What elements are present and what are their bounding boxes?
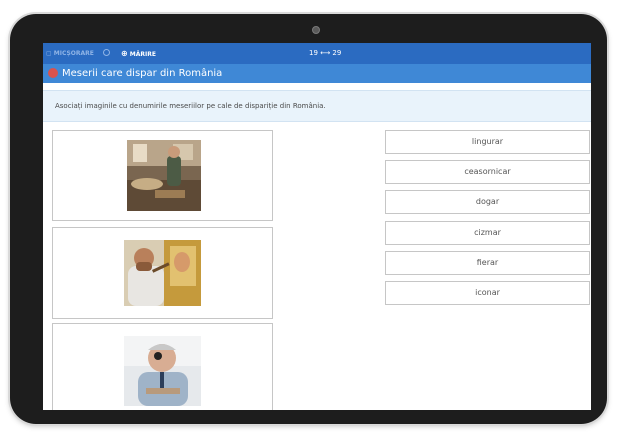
camera-icon bbox=[312, 26, 320, 34]
zoom-button[interactable]: ⊕ MĂRIRE bbox=[121, 43, 156, 64]
word-option-dogar[interactable]: dogar bbox=[385, 190, 590, 214]
app-screen: ▢ MICȘORARE ⊕ MĂRIRE 19 ⟷ 29 Meserii car… bbox=[43, 43, 591, 410]
exercise-icon bbox=[48, 68, 58, 78]
watchmaker-photo bbox=[124, 336, 201, 406]
zoom-in-icon: ⊕ bbox=[121, 49, 128, 58]
page-range: 19 ⟷ 29 bbox=[309, 49, 342, 57]
shrink-button[interactable]: ▢ MICȘORARE bbox=[46, 43, 94, 64]
word-option-iconar[interactable]: iconar bbox=[385, 281, 590, 305]
woodworker-photo bbox=[127, 140, 201, 211]
top-toolbar: ▢ MICȘORARE ⊕ MĂRIRE 19 ⟷ 29 bbox=[43, 43, 591, 64]
zoom-out-icon: ▢ bbox=[46, 50, 52, 57]
image-card-icon-painter[interactable] bbox=[52, 227, 273, 319]
word-option-fierar[interactable]: fierar bbox=[385, 251, 590, 275]
word-option-ceasornicar[interactable]: ceasornicar bbox=[385, 160, 590, 184]
instruction-text: Asociați imaginile cu denumirile meserii… bbox=[55, 102, 326, 110]
reset-zoom-icon[interactable] bbox=[103, 49, 110, 56]
icon-painter-photo bbox=[124, 240, 201, 306]
shrink-label: MICȘORARE bbox=[53, 50, 94, 57]
zoom-label: MĂRIRE bbox=[129, 51, 156, 58]
image-card-watchmaker[interactable] bbox=[52, 323, 273, 410]
instruction-banner: Asociați imaginile cu denumirile meserii… bbox=[43, 90, 591, 122]
word-option-lingurar[interactable]: lingurar bbox=[385, 130, 590, 154]
page-title: Meserii care dispar din România bbox=[62, 68, 223, 79]
exercise-titlebar: Meserii care dispar din România bbox=[43, 64, 591, 83]
image-card-woodworker[interactable] bbox=[52, 130, 273, 221]
word-option-cizmar[interactable]: cizmar bbox=[385, 221, 590, 245]
